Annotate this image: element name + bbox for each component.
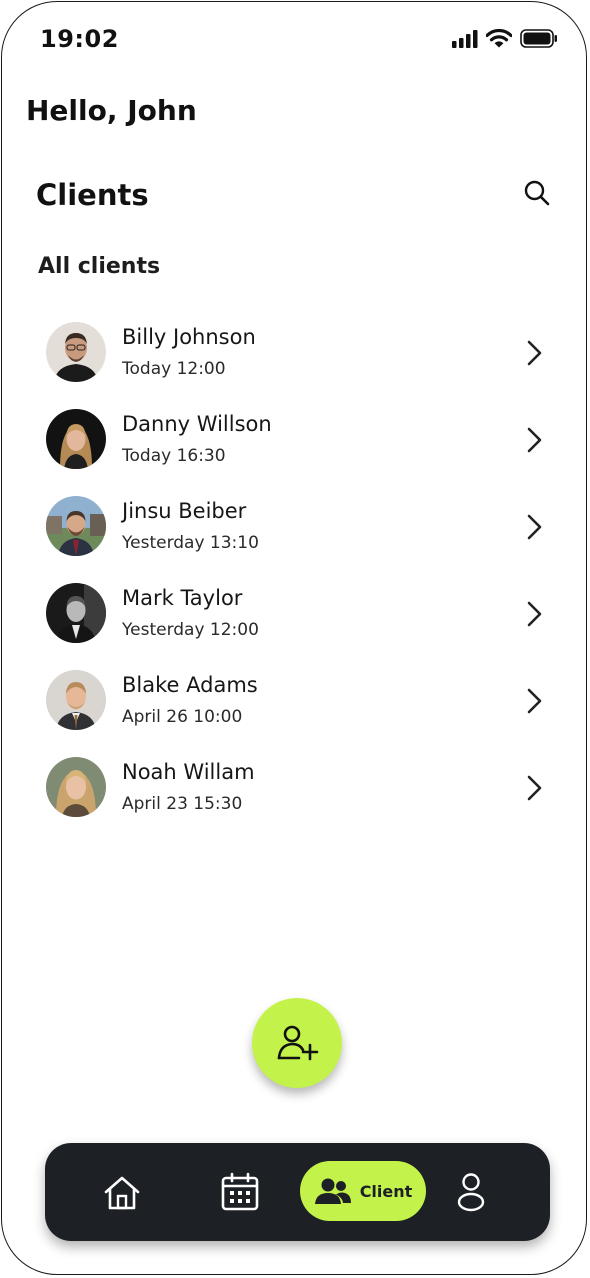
client-name: Noah Willam [122,760,255,784]
tab-profile[interactable] [454,1171,488,1213]
client-time: April 23 15:30 [122,794,243,814]
chevron-right-icon [527,775,542,801]
client-time: Yesterday 12:00 [122,620,259,640]
status-bar: 19:02 [2,2,586,72]
add-user-icon [277,1025,319,1061]
tab-client-label: Client [359,1181,413,1201]
client-time: Today 16:30 [122,446,226,466]
calendar-icon [221,1172,259,1211]
phone-frame: 19:02 Hello, John Clients All clients Bi… [1,1,587,1275]
client-row[interactable]: Blake Adams April 26 10:00 [2,668,586,755]
users-icon [314,1178,351,1204]
client-row[interactable]: Mark Taylor Yesterday 12:00 [2,581,586,668]
clients-title: Clients [36,178,149,212]
client-name: Jinsu Beiber [122,499,247,523]
search-icon [524,180,550,206]
greeting-title: Hello, John [26,94,197,127]
tab-calendar[interactable] [219,1171,261,1213]
add-client-button[interactable] [252,998,342,1088]
avatar [46,757,106,817]
battery-icon [520,29,557,48]
client-name: Mark Taylor [122,586,243,610]
client-time: Today 12:00 [122,359,226,379]
avatar [46,496,106,556]
chevron-right-icon [527,427,542,453]
client-name: Danny Willson [122,412,272,436]
avatar [46,583,106,643]
client-row[interactable]: Danny Willson Today 16:30 [2,407,586,494]
bottom-tab-bar: Client [45,1143,550,1241]
all-clients-heading: All clients [38,254,161,279]
tab-home[interactable] [101,1173,143,1213]
client-name: Blake Adams [122,673,258,697]
status-time: 19:02 [40,25,119,53]
avatar [46,322,106,382]
client-row[interactable]: Noah Willam April 23 15:30 [2,755,586,842]
client-time: April 26 10:00 [122,707,243,727]
client-name: Billy Johnson [122,325,256,349]
chevron-right-icon [527,514,542,540]
chevron-right-icon [527,340,542,366]
chevron-right-icon [527,601,542,627]
signal-icon [452,29,478,48]
client-list: Billy Johnson Today 12:00 Danny Willson … [2,320,586,842]
client-time: Yesterday 13:10 [122,533,259,553]
status-icons [452,29,558,48]
client-row[interactable]: Billy Johnson Today 12:00 [2,320,586,407]
home-icon [104,1176,140,1210]
tab-client[interactable]: Client [300,1161,426,1221]
chevron-right-icon [527,688,542,714]
avatar [46,670,106,730]
client-row[interactable]: Jinsu Beiber Yesterday 13:10 [2,494,586,581]
avatar [46,409,106,469]
search-button[interactable] [520,176,554,210]
wifi-icon [486,29,512,48]
profile-icon [457,1173,485,1212]
